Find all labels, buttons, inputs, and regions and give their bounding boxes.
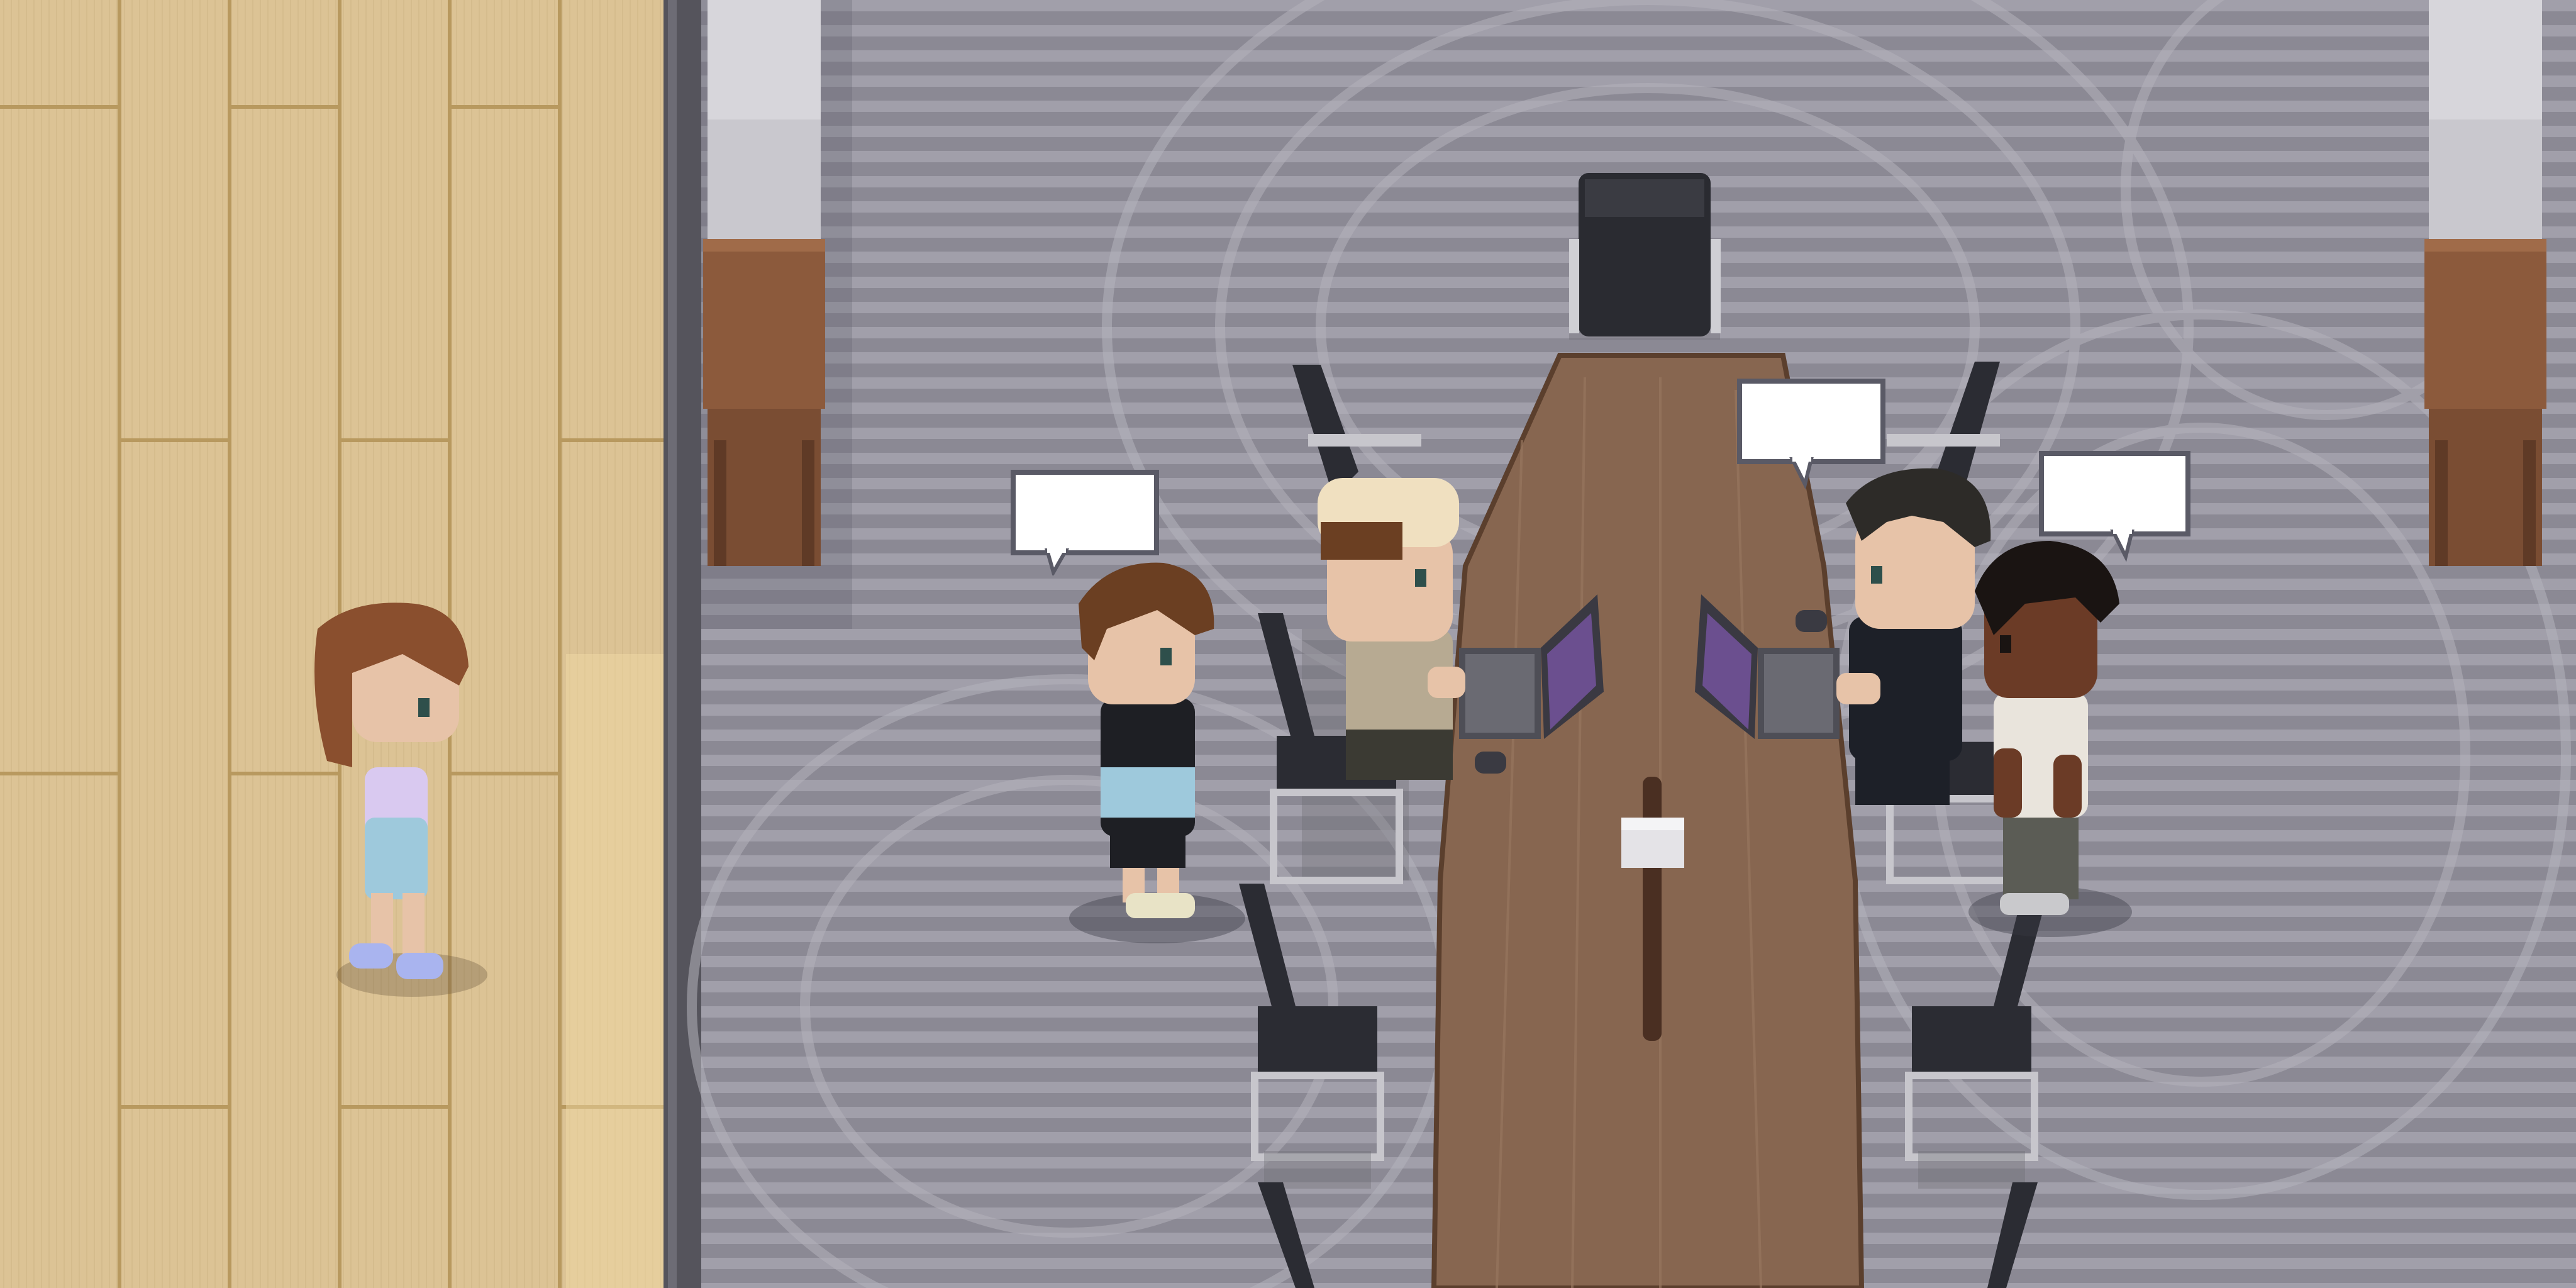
speech-bubble-text xyxy=(1736,377,1887,459)
speech-bubble-suit xyxy=(1736,377,1887,491)
meeting-table xyxy=(1431,353,1865,1288)
cabinet-right xyxy=(2424,0,2546,566)
speech-bubble-boy xyxy=(1009,469,1160,575)
scene-canvas xyxy=(0,0,2576,1288)
speech-bubble-text xyxy=(1009,469,1160,550)
speech-bubble-white-shirt xyxy=(2038,450,2192,563)
room-wall xyxy=(663,0,701,1288)
mouse-right xyxy=(1796,610,1827,632)
game-scene xyxy=(0,0,2576,1288)
speech-bubble-text xyxy=(2038,450,2192,531)
cabinet-left xyxy=(703,0,825,566)
head-chair xyxy=(1569,173,1721,340)
mouse-left xyxy=(1475,752,1506,774)
